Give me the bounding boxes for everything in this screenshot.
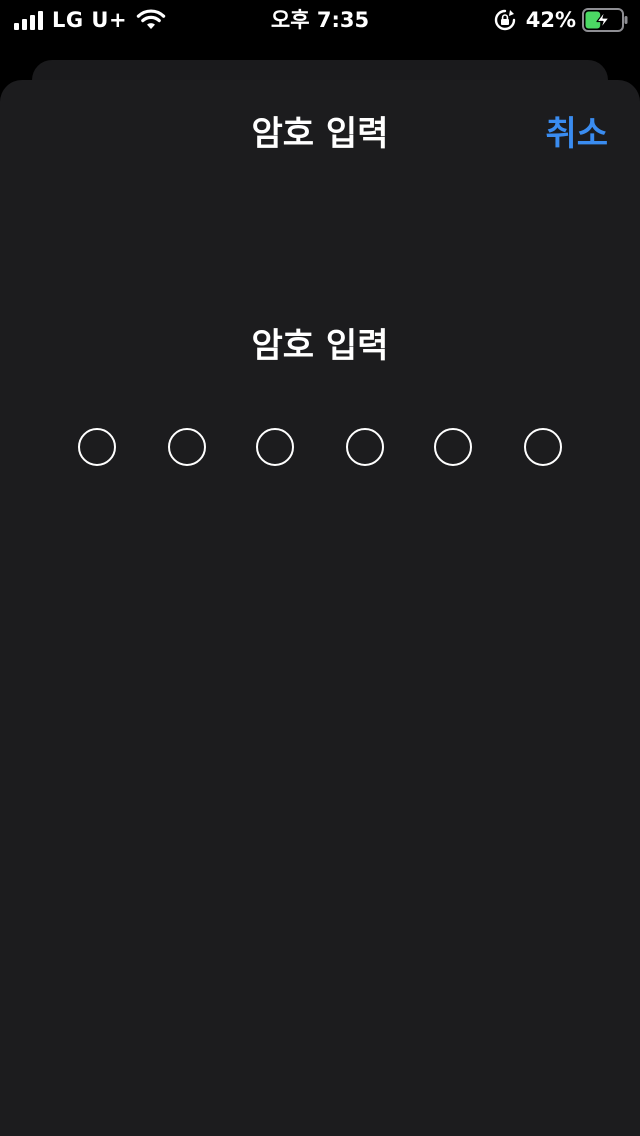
passcode-sheet: 암호 입력 취소 암호 입력 (0, 80, 640, 1136)
passcode-dot (524, 428, 562, 466)
passcode-dot (78, 428, 116, 466)
lock-rotation-icon (494, 9, 515, 31)
passcode-dot (346, 428, 384, 466)
passcode-prompt: 암호 입력 (251, 326, 389, 366)
passcode-dots[interactable] (78, 428, 562, 466)
sheet-title: 암호 입력 (251, 114, 389, 154)
passcode-dot (256, 428, 294, 466)
cancel-button[interactable]: 취소 (545, 110, 608, 158)
status-bar: LG U+ 오후 7:35 42% (0, 0, 640, 40)
status-right: 42% (494, 8, 628, 32)
battery-percent: 42% (525, 8, 576, 32)
screen: LG U+ 오후 7:35 42% 암호 입력 취소 암호 입력 (0, 0, 640, 1136)
passcode-dot (168, 428, 206, 466)
battery-icon (582, 8, 628, 32)
passcode-dot (434, 428, 472, 466)
